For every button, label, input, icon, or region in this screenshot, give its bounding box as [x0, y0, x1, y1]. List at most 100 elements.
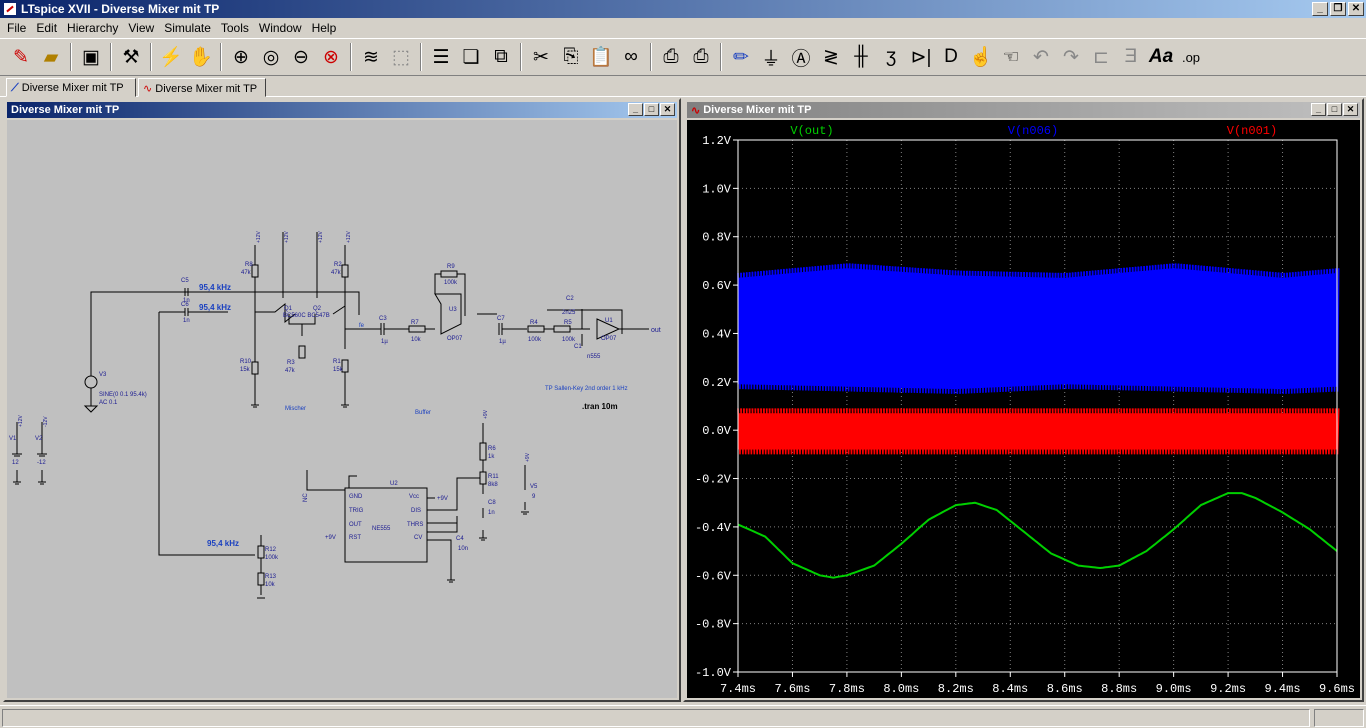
toolbar: ✎ ▰ ▣ ⚒ ⚡ ✋ ⊕ ◎ ⊖ ⊗ ≋ ⬚ ☰ ❏ ⧉ ✂ ⎘ 📋 ∞ ⎙ …: [0, 38, 1366, 76]
print-icon[interactable]: ⎙: [686, 42, 716, 72]
r4-value: 100k: [528, 337, 542, 343]
cascade-windows-icon[interactable]: ❏: [456, 42, 486, 72]
draw-wire-icon[interactable]: ✏: [726, 42, 756, 72]
y-tick-label: 0.4V: [702, 327, 732, 341]
tab-waveform[interactable]: ∿ Diverse Mixer mit TP: [138, 78, 266, 97]
component-icon[interactable]: D: [936, 42, 966, 72]
zoom-out-icon[interactable]: ⊖: [286, 42, 316, 72]
tile-vertical-icon[interactable]: ⧉: [486, 42, 516, 72]
resistor-icon[interactable]: ≷: [816, 42, 846, 72]
menu-hierarchy[interactable]: Hierarchy: [62, 21, 123, 35]
toolbar-separator: [350, 43, 352, 71]
diode-icon[interactable]: ⊳|: [906, 42, 936, 72]
capacitor-icon[interactable]: ╫: [846, 42, 876, 72]
maximize-button[interactable]: □: [644, 103, 659, 116]
ne555-label: NE555: [372, 526, 391, 532]
net-label-icon[interactable]: Ⓐ: [786, 42, 816, 72]
view-3d-icon[interactable]: ⬚: [386, 42, 416, 72]
menu-window[interactable]: Window: [254, 21, 307, 35]
new-schematic-icon[interactable]: ✎: [6, 42, 36, 72]
app-title-bar: LTspice XVII - Diverse Mixer mit TP _ ❐ …: [0, 0, 1366, 18]
move-hand-icon[interactable]: ☝: [966, 42, 996, 72]
close-button[interactable]: ✕: [660, 103, 675, 116]
waveform-plot[interactable]: V(out) V(n006) V(n001) 1.2V 1.0V 0.8V 0.6V 0.4…: [687, 120, 1360, 698]
find-binoculars-icon[interactable]: ∞: [616, 42, 646, 72]
inductor-icon[interactable]: ʒ: [876, 42, 906, 72]
svg-text:+12V: +12V: [284, 231, 290, 243]
r12-label: R12: [265, 547, 277, 553]
schematic-canvas[interactable]: V1 12 V2 -12 V3 SINE(0 0.1 95.4k) AC 0.1…: [7, 120, 677, 698]
r9-label: R9: [447, 264, 455, 270]
tab-schematic[interactable]: ⟋ Diverse Mixer mit TP: [6, 78, 136, 97]
menu-help[interactable]: Help: [307, 21, 342, 35]
svg-text:+12V: +12V: [318, 231, 324, 243]
copy-icon[interactable]: ⎘: [556, 42, 586, 72]
schematic-window: Diverse Mixer mit TP _ □ ✕ V1 12 V2 -12 …: [3, 98, 681, 702]
x-tick-label: 7.6ms: [774, 682, 810, 696]
y-tick-label: 1.2V: [702, 134, 732, 148]
v2-name: V2: [35, 436, 43, 442]
svg-text:-12V: -12V: [43, 416, 49, 427]
y-tick-label: 0.2V: [702, 376, 732, 390]
cut-icon[interactable]: ✂: [526, 42, 556, 72]
r8-value: 47k: [241, 270, 252, 276]
x-tick-label: 8.2ms: [938, 682, 974, 696]
ground-icon[interactable]: ⏚: [756, 42, 786, 72]
c3-value: 1µ: [381, 339, 388, 345]
print-preview-icon[interactable]: ⎙: [656, 42, 686, 72]
run-simulation-icon[interactable]: ⚡: [156, 42, 186, 72]
undo-icon[interactable]: ↶: [1026, 42, 1056, 72]
pin-rst: RST: [349, 535, 361, 541]
v5-value: 9: [532, 494, 536, 500]
menu-view[interactable]: View: [123, 21, 159, 35]
close-button[interactable]: ✕: [1343, 103, 1358, 116]
v3-value-2: AC 0.1: [99, 400, 118, 406]
drag-hand-icon[interactable]: ☜: [996, 42, 1026, 72]
pin-vcc: Vcc: [409, 494, 419, 500]
save-icon[interactable]: ▣: [76, 42, 106, 72]
c2-value: 2n25: [562, 310, 576, 316]
q2-label: Q2: [313, 306, 322, 312]
autoscale-icon[interactable]: ≋: [356, 42, 386, 72]
x-tick-label: 7.4ms: [720, 682, 756, 696]
menu-file[interactable]: File: [2, 21, 31, 35]
open-folder-icon[interactable]: ▰: [36, 42, 66, 72]
toolbar-separator: [420, 43, 422, 71]
trace-fill-V(n001): [738, 413, 1337, 450]
tile-horizontal-icon[interactable]: ☰: [426, 42, 456, 72]
op07-label-b: OP07: [601, 336, 617, 342]
waveform-window-titlebar: ∿ Diverse Mixer mit TP _ □ ✕: [687, 102, 1360, 118]
mirror-icon[interactable]: Ǝ: [1116, 42, 1146, 72]
menu-tools[interactable]: Tools: [216, 21, 254, 35]
menu-edit[interactable]: Edit: [31, 21, 62, 35]
minimize-button[interactable]: _: [1312, 2, 1328, 16]
pin-cv: CV: [414, 535, 422, 541]
zoom-fit-icon[interactable]: ⊗: [316, 42, 346, 72]
pin-dis: DIS: [411, 508, 421, 514]
minimize-button[interactable]: _: [1311, 103, 1326, 116]
toolbar-separator: [150, 43, 152, 71]
menu-simulate[interactable]: Simulate: [159, 21, 216, 35]
c7-label: C7: [497, 316, 505, 322]
text-icon[interactable]: Aa: [1146, 42, 1176, 72]
c1-value: n555: [587, 354, 601, 360]
maximize-button[interactable]: □: [1327, 103, 1342, 116]
y-tick-label: -0.2V: [695, 473, 732, 487]
close-button[interactable]: ✕: [1348, 2, 1364, 16]
redo-icon[interactable]: ↷: [1056, 42, 1086, 72]
minimize-button[interactable]: _: [628, 103, 643, 116]
freq-label-3: 95,4 kHz: [207, 539, 239, 548]
c6-value: 1n: [183, 318, 190, 324]
restore-button[interactable]: ❐: [1330, 2, 1346, 16]
zoom-pan-icon[interactable]: ◎: [256, 42, 286, 72]
freq-label-1: 95,4 kHz: [199, 283, 231, 292]
control-panel-hammer-icon[interactable]: ⚒: [116, 42, 146, 72]
rotate-icon[interactable]: ⊏: [1086, 42, 1116, 72]
paste-icon[interactable]: 📋: [586, 42, 616, 72]
zoom-in-icon[interactable]: ⊕: [226, 42, 256, 72]
x-tick-label: 9.2ms: [1210, 682, 1246, 696]
halt-hand-icon[interactable]: ✋: [186, 42, 216, 72]
spice-directive-icon[interactable]: .op: [1176, 42, 1206, 72]
x-tick-label: 8.0ms: [883, 682, 919, 696]
c5-label: C5: [181, 278, 189, 284]
